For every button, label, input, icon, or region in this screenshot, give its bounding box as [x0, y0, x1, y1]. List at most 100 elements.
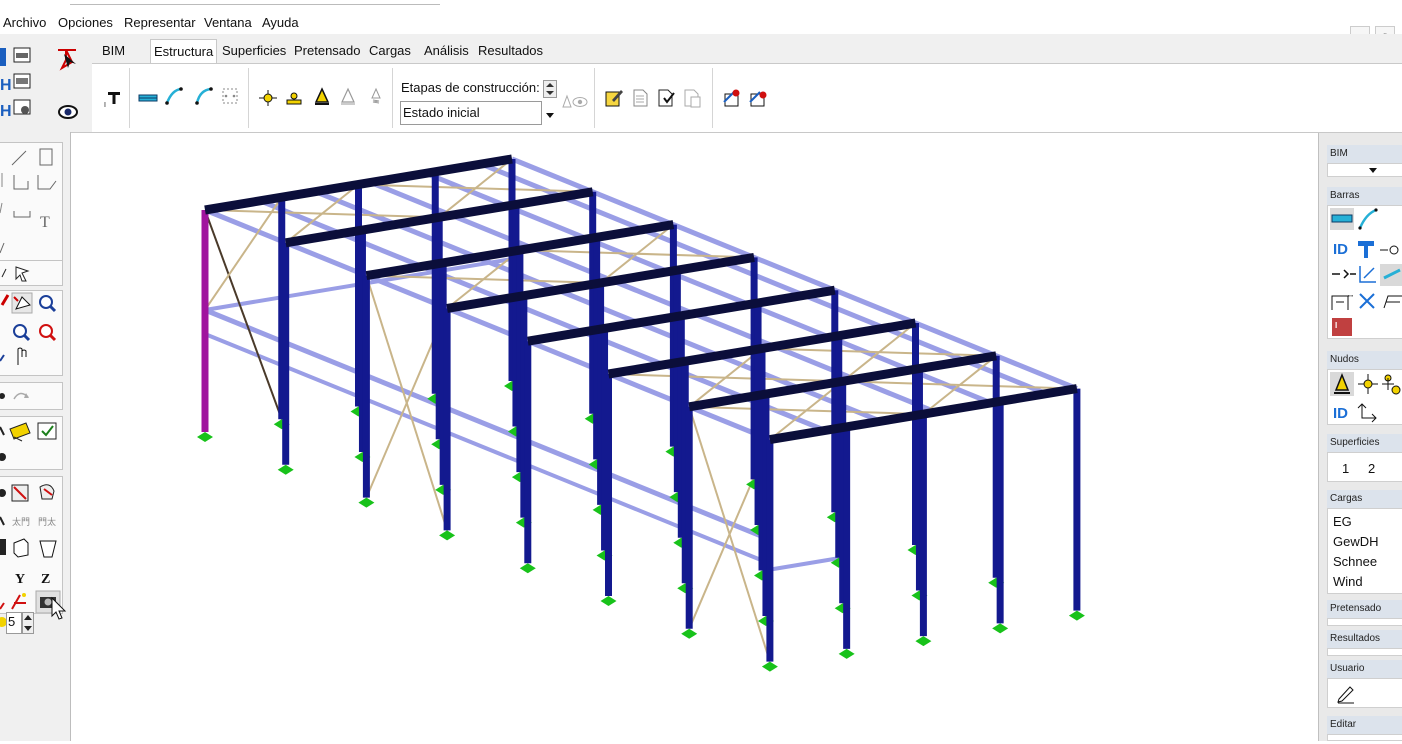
support-node[interactable] — [519, 563, 536, 574]
tab-estructura[interactable]: Estructura — [150, 39, 218, 65]
load-case-schnee[interactable]: Schnee — [1333, 554, 1377, 569]
menu-ayuda[interactable]: Ayuda — [262, 15, 299, 30]
section-icon — [1358, 241, 1374, 258]
support-node[interactable] — [358, 497, 375, 508]
chevron-down-icon[interactable] — [543, 108, 557, 122]
support-outline-icon[interactable] — [338, 86, 358, 106]
barras-icons: ID "" I — [1330, 208, 1402, 336]
tab-bim[interactable]: BIM — [100, 43, 127, 58]
pencil-icon[interactable] — [1336, 684, 1356, 704]
resultados-body — [1327, 648, 1402, 656]
load-case-gewdh[interactable]: GewDH — [1333, 534, 1379, 549]
bim-dropdown[interactable] — [1327, 163, 1402, 177]
document-icon[interactable] — [630, 88, 650, 108]
load-case-eg[interactable]: EG — [1333, 514, 1352, 529]
support-node[interactable] — [1068, 610, 1085, 621]
arrow-select-icon — [15, 266, 30, 282]
curved-member-icon — [1358, 208, 1377, 229]
grid-members-icon[interactable] — [220, 86, 240, 106]
save-icon[interactable] — [0, 48, 6, 66]
construction-stage-value: Estado inicial — [403, 105, 480, 120]
pretensado-body — [1327, 618, 1402, 626]
h-icon[interactable]: H — [0, 77, 12, 94]
support-node[interactable] — [761, 661, 778, 672]
node-icon — [1363, 379, 1373, 389]
model-viewport[interactable] — [71, 133, 1317, 741]
stage-spinner[interactable] — [543, 80, 557, 98]
line-tool-icon — [11, 150, 27, 166]
editar-body — [1327, 734, 1402, 741]
view-side-icon: 門太 — [38, 516, 56, 527]
panel-header-cargas: Cargas — [1327, 490, 1402, 508]
select-group — [0, 260, 63, 286]
menu-opciones[interactable]: Opciones — [58, 15, 113, 30]
surface-item-2[interactable]: 2 — [1368, 461, 1375, 476]
cross-section-icon[interactable]: I — [104, 88, 124, 108]
print-icon[interactable] — [13, 47, 31, 63]
svg-text:I: I — [1335, 321, 1337, 330]
surface-item-1[interactable]: 1 — [1342, 461, 1349, 476]
bracket-tool-icon — [13, 211, 31, 218]
support-node[interactable] — [915, 636, 932, 647]
svg-text:I: I — [104, 102, 106, 108]
support-node[interactable] — [681, 628, 698, 639]
export-icon[interactable] — [13, 99, 31, 115]
node-icon[interactable] — [258, 88, 278, 108]
tab-resultados[interactable]: Resultados — [476, 43, 545, 58]
hinge-node-icon[interactable] — [284, 88, 304, 108]
member-icon[interactable] — [138, 88, 158, 108]
menu-ventana[interactable]: Ventana — [204, 15, 252, 30]
svg-text:"": "" — [1348, 295, 1353, 302]
zoom-tools — [0, 292, 57, 365]
spinner-input[interactable]: 5 — [6, 612, 22, 634]
menu-bar: Archivo Opciones Representar Ventana Ayu… — [0, 12, 1402, 44]
draw-tools-group: T — [0, 142, 63, 262]
polygon-tool-icon — [37, 175, 57, 190]
axis-y-label: Y — [15, 572, 25, 587]
undo-redo-tools — [0, 392, 29, 400]
member-hinge-icon — [1380, 245, 1399, 255]
arc-member-icon[interactable] — [194, 86, 214, 106]
tab-analisis[interactable]: Análisis — [422, 43, 471, 58]
panel-header-superficies: Superficies — [1327, 434, 1402, 452]
print-preview-icon[interactable] — [13, 73, 31, 89]
support-node[interactable] — [838, 648, 855, 659]
document-copy-icon[interactable] — [682, 88, 702, 108]
support-icon[interactable] — [312, 86, 332, 106]
spring-support-icon[interactable] — [366, 86, 386, 106]
undo-group — [0, 382, 63, 410]
tab-superficies[interactable]: Superficies — [220, 43, 288, 58]
curved-member-icon[interactable] — [164, 86, 184, 106]
mouse-cursor-icon — [51, 596, 67, 620]
support-node[interactable] — [197, 432, 213, 442]
support-node[interactable] — [277, 464, 294, 475]
menu-representar[interactable]: Representar — [124, 15, 196, 30]
h2-icon[interactable]: H — [0, 103, 12, 120]
stage-visibility-icon[interactable] — [562, 92, 588, 112]
eye-icon[interactable] — [58, 105, 78, 119]
edit-sheet-icon[interactable] — [604, 88, 624, 108]
support-node[interactable] — [992, 623, 1009, 634]
import-red-icon[interactable] — [722, 88, 742, 108]
construction-stage-select[interactable]: Estado inicial — [400, 101, 542, 125]
spinner-arrows[interactable] — [22, 612, 34, 634]
document-check-icon[interactable] — [656, 88, 676, 108]
tab-pretensado[interactable]: Pretensado — [292, 43, 363, 58]
wall-icon — [1383, 295, 1402, 309]
view-front-icon: 太門 — [12, 516, 30, 527]
svg-text:H: H — [0, 103, 12, 120]
support-node[interactable] — [439, 530, 456, 541]
export-red-icon[interactable] — [748, 88, 768, 108]
support-node[interactable] — [600, 596, 617, 606]
draw-tools: T — [0, 148, 57, 254]
member-id-icon: ID — [1333, 241, 1348, 258]
menu-archivo[interactable]: Archivo — [3, 15, 46, 30]
right-panel: BIM Barras ID "" I Nudos ID Superficies … — [1318, 133, 1402, 741]
structure-3d-view[interactable] — [71, 133, 1317, 741]
tab-cargas[interactable]: Cargas — [367, 43, 413, 58]
load-case-wind[interactable]: Wind — [1333, 574, 1363, 589]
member-icon — [1331, 214, 1353, 223]
member-release-icon — [1332, 269, 1356, 279]
cargas-list: EG GewDH Schnee Wind — [1327, 508, 1402, 594]
select-cursor-icon[interactable] — [58, 49, 76, 71]
